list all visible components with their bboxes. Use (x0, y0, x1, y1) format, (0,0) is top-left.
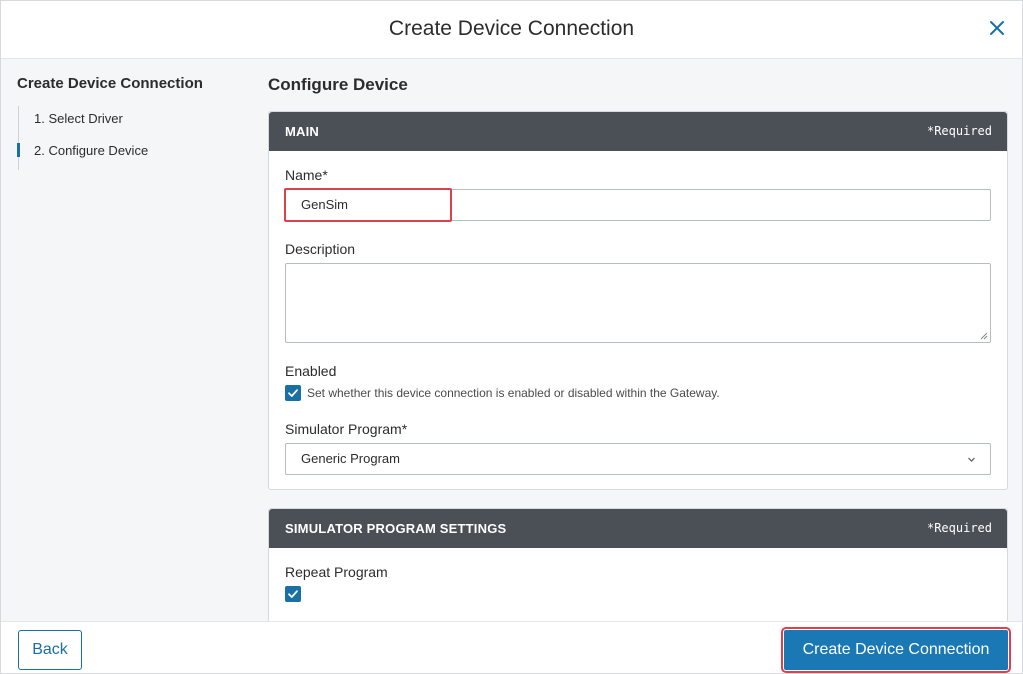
wizard-steps: 1. Select Driver 2. Configure Device (17, 106, 247, 170)
main-section-title: MAIN (285, 124, 320, 139)
create-device-connection-button[interactable]: Create Device Connection (781, 627, 1011, 673)
program-label: Simulator Program* (285, 421, 408, 437)
enabled-description: Set whether this device connection is en… (307, 386, 720, 400)
name-input[interactable]: GenSim (284, 188, 991, 222)
wizard-sidebar: Create Device Connection 1. Select Drive… (17, 75, 247, 170)
create-device-connection-dialog: Create Device Connection Create Device C… (0, 0, 1023, 674)
program-select-value: Generic Program (301, 451, 400, 466)
enabled-checkbox[interactable] (285, 385, 301, 401)
main-section: MAIN *Required Name* GenSim Description (268, 111, 1008, 490)
repeat-label: Repeat Program (285, 564, 388, 580)
sidebar-title: Create Device Connection (17, 75, 203, 92)
description-label: Description (285, 241, 356, 257)
checkmark-icon (288, 389, 298, 397)
dialog-footer: Back Create Device Connection (1, 621, 1022, 673)
enabled-label: Enabled (285, 363, 337, 379)
back-button[interactable]: Back (18, 630, 82, 670)
close-icon (990, 21, 1004, 35)
description-textarea[interactable] (285, 263, 991, 343)
chevron-down-icon (967, 455, 976, 464)
main-section-body: Name* GenSim Description Enabled Set whe… (269, 151, 1007, 489)
simulator-program-settings-section: SIMULATOR PROGRAM SETTINGS *Required Rep… (268, 508, 1008, 621)
content-title: Configure Device (268, 75, 408, 94)
step-configure-device[interactable]: 2. Configure Device (17, 138, 247, 170)
dialog-title: Create Device Connection (388, 17, 635, 40)
required-note: *Required (926, 124, 992, 138)
configure-device-panel: Configure Device MAIN *Required Name* Ge… (268, 75, 1008, 621)
sim-section-header: SIMULATOR PROGRAM SETTINGS *Required (269, 509, 1007, 548)
simulator-program-select[interactable]: Generic Program (285, 443, 991, 475)
sim-section-body: Repeat Program (269, 548, 1007, 621)
name-input-value: GenSim (301, 197, 348, 212)
step-select-driver[interactable]: 1. Select Driver (19, 106, 247, 138)
checkmark-icon (288, 590, 298, 598)
sim-section-title: SIMULATOR PROGRAM SETTINGS (285, 521, 507, 536)
main-section-header: MAIN *Required (269, 112, 1007, 151)
dialog-body: Create Device Connection 1. Select Drive… (1, 59, 1022, 621)
repeat-field-group: Repeat Program (285, 564, 991, 602)
description-field-group: Description (285, 241, 991, 343)
name-field-group: Name* GenSim (284, 167, 991, 222)
sim-required-note: *Required (926, 521, 992, 535)
close-button[interactable] (986, 17, 1008, 39)
dialog-header: Create Device Connection (1, 1, 1022, 59)
program-field-group: Simulator Program* Generic Program (285, 421, 991, 475)
name-label: Name* (285, 167, 328, 183)
enabled-row: Set whether this device connection is en… (285, 385, 991, 401)
resize-grip-icon[interactable] (980, 332, 988, 340)
enabled-field-group: Enabled Set whether this device connecti… (285, 363, 991, 401)
repeat-checkbox[interactable] (285, 586, 301, 602)
